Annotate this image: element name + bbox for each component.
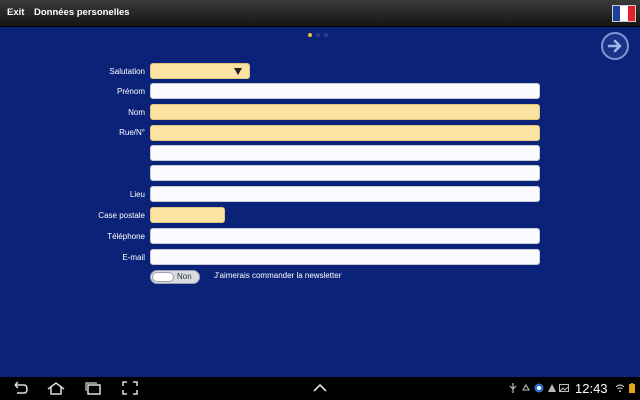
newsletter-toggle[interactable]: Non <box>150 270 200 284</box>
lieu-field[interactable] <box>150 186 540 202</box>
wifi-icon <box>615 384 625 393</box>
toggle-state-text: Non <box>177 272 192 281</box>
newsletter-label: J'aimerais commander la newsletter <box>214 271 342 280</box>
home-icon[interactable] <box>47 381 65 395</box>
page-dot-3 <box>324 33 328 37</box>
recycle-icon <box>522 383 530 391</box>
toggle-knob <box>152 272 174 282</box>
page-title: Données personelles <box>34 7 130 18</box>
nom-field[interactable] <box>150 104 540 120</box>
address-line-2-field[interactable] <box>150 145 540 161</box>
page-dot-2 <box>316 33 320 37</box>
case-postale-label: Case postale <box>98 211 145 220</box>
case-postale-field[interactable] <box>150 207 225 223</box>
exit-button[interactable]: Exit <box>7 7 24 18</box>
dropdown-arrow-icon <box>234 68 242 75</box>
prenom-label: Prénom <box>116 87 145 96</box>
rue-field[interactable] <box>150 125 540 141</box>
battery-icon <box>629 383 635 393</box>
salutation-label: Salutation <box>109 67 145 76</box>
usb-icon <box>509 383 517 393</box>
address-line-3-field[interactable] <box>150 165 540 181</box>
email-label: E-mail <box>122 253 145 262</box>
back-icon[interactable] <box>11 381 29 395</box>
recent-apps-icon[interactable] <box>84 381 102 395</box>
page-indicator <box>308 33 328 37</box>
sync-icon <box>534 383 544 393</box>
arrow-right-circle-icon <box>607 39 622 53</box>
rue-label: Rue/N° <box>119 128 145 137</box>
gallery-icon <box>559 384 569 392</box>
clock: 12:43 <box>575 381 608 396</box>
screenshot-icon[interactable] <box>121 381 139 395</box>
telephone-field[interactable] <box>150 228 540 244</box>
system-navigation-bar: 12:43 <box>0 377 640 400</box>
chevron-up-icon[interactable] <box>311 381 329 395</box>
prenom-field[interactable] <box>150 83 540 99</box>
lieu-label: Lieu <box>129 190 145 199</box>
action-bar: Exit Données personelles <box>0 0 640 27</box>
nom-label: Nom <box>128 108 145 117</box>
warning-icon <box>548 384 556 392</box>
salutation-select[interactable] <box>150 63 250 79</box>
next-button[interactable] <box>601 32 629 60</box>
telephone-label: Téléphone <box>107 232 145 241</box>
france-flag-icon[interactable] <box>612 5 636 22</box>
email-field[interactable] <box>150 249 540 265</box>
page-dot-1 <box>308 33 312 37</box>
